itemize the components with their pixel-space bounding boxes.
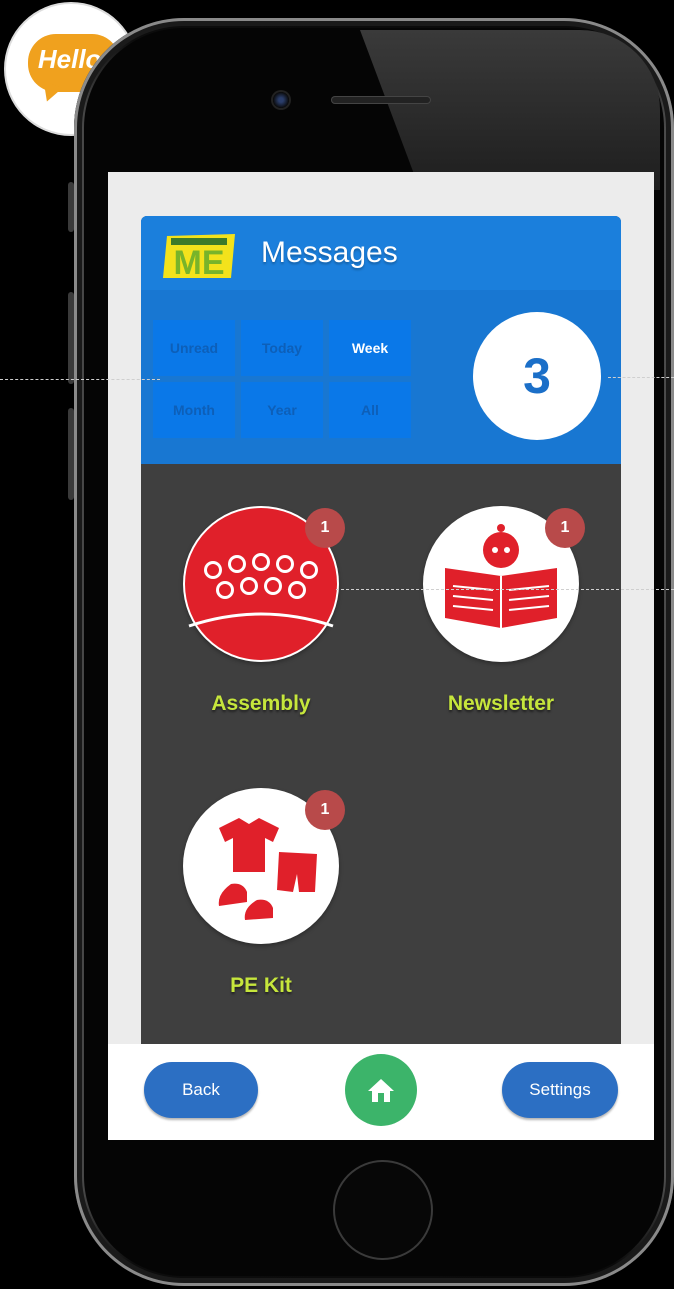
category-newsletter[interactable]: 1 Newsletter [421,506,585,716]
hardware-home-button[interactable] [333,1160,433,1260]
header: ME Messages Unread Today Week Month Year… [141,216,621,464]
pe-kit-badge: 1 [305,790,345,830]
mute-switch [68,182,74,232]
message-count: 3 [473,312,601,440]
filter-all[interactable]: All [329,382,411,438]
bottom-toolbar: Back Settings [108,1044,654,1140]
filter-month[interactable]: Month [153,382,235,438]
messages-panel: ME Messages Unread Today Week Month Year… [141,216,621,1044]
filter-grid: Unread Today Week Month Year All [153,320,413,438]
svg-text:ME: ME [174,244,225,280]
assembly-label: Assembly [211,692,311,715]
category-assembly[interactable]: 1 Assembly [181,506,345,716]
me-logo-icon: ME [163,234,235,280]
front-camera [273,92,289,108]
filter-year[interactable]: Year [241,382,323,438]
app-screen: ME Messages Unread Today Week Month Year… [108,172,654,1140]
callout-line-right-middle [336,589,674,590]
volume-up-button [68,292,74,384]
callout-line-right-top [608,377,674,378]
callout-line-left [0,379,160,380]
volume-down-button [68,408,74,500]
filter-today[interactable]: Today [241,320,323,376]
home-icon [368,1079,394,1102]
newsletter-badge: 1 [545,508,585,548]
pe-kit-label: PE Kit [230,974,292,997]
filter-unread[interactable]: Unread [153,320,235,376]
filter-week[interactable]: Week [329,320,411,376]
newsletter-label: Newsletter [447,692,555,715]
home-button[interactable] [345,1054,417,1126]
assembly-badge: 1 [305,508,345,548]
page-title: Messages [261,236,398,269]
earpiece-speaker [331,96,431,104]
category-pe-kit[interactable]: 1 PE Kit [181,788,345,998]
back-button[interactable]: Back [144,1062,258,1118]
settings-button[interactable]: Settings [502,1062,618,1118]
